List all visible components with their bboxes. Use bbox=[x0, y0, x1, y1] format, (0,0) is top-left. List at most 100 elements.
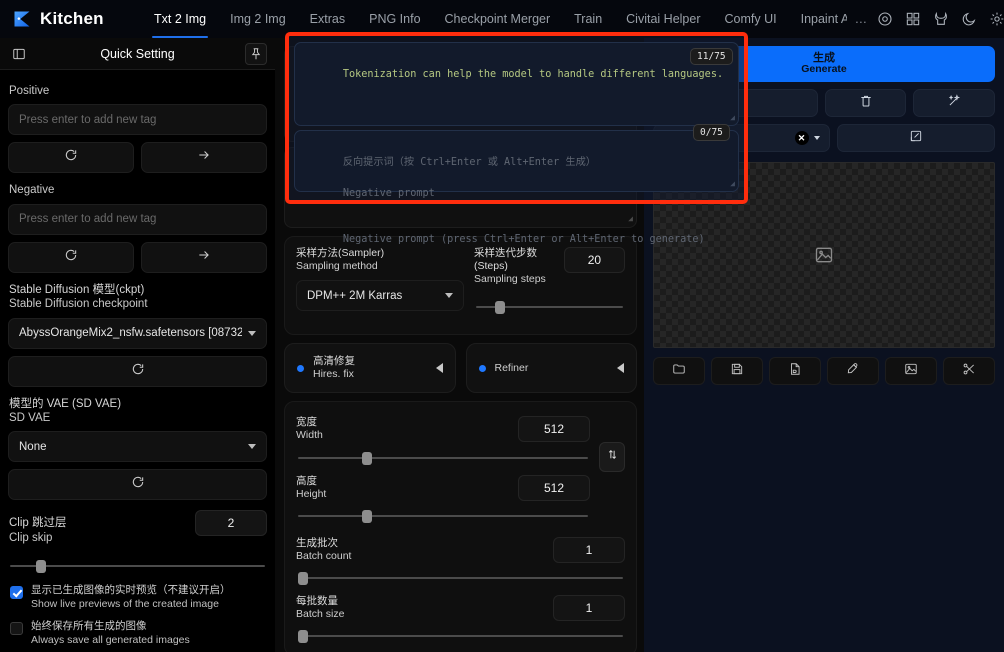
refiner-toggle[interactable]: Refiner bbox=[465, 343, 637, 394]
save-button[interactable] bbox=[711, 357, 763, 385]
vae-select[interactable]: None bbox=[8, 431, 267, 463]
sampler-select[interactable]: DPM++ 2M Karras bbox=[296, 280, 464, 312]
slider-thumb[interactable] bbox=[298, 572, 308, 586]
batch-count-value[interactable]: 1 bbox=[553, 536, 625, 563]
sampler-row: 采样方法(Sampler) Sampling method DPM++ 2M K… bbox=[296, 246, 625, 324]
resize-handle-icon[interactable]: ◢ bbox=[730, 112, 735, 124]
tab-extras[interactable]: Extras bbox=[298, 0, 357, 38]
hires-fix-label-en: Hires. fix bbox=[313, 368, 354, 381]
clip-skip-row: Clip 跳过层 Clip skip 2 bbox=[8, 510, 267, 551]
scissors-icon bbox=[962, 362, 976, 381]
quick-setting-sidebar: Quick Setting Positive Press enter to ad… bbox=[0, 38, 275, 652]
chevron-down-icon bbox=[445, 293, 453, 299]
steps-label-en: Sampling steps bbox=[474, 273, 546, 286]
edit-styles-button[interactable] bbox=[836, 124, 995, 152]
negative-apply-button[interactable] bbox=[141, 241, 267, 273]
live-preview-label-cn: 显示已生成图像的实时预览（不建议开启） bbox=[31, 584, 231, 596]
chevron-down-icon[interactable] bbox=[813, 136, 820, 140]
slider-track bbox=[298, 456, 588, 459]
batch-size-slider[interactable] bbox=[298, 627, 623, 645]
pin-icon[interactable] bbox=[245, 42, 267, 65]
clip-skip-slider[interactable] bbox=[10, 557, 265, 575]
gear-icon[interactable] bbox=[988, 11, 1004, 28]
resize-handle-icon[interactable]: ◢ bbox=[628, 213, 633, 225]
vae-refresh-button[interactable] bbox=[8, 469, 267, 501]
zip-button[interactable] bbox=[769, 357, 821, 385]
send-to-extras-button[interactable] bbox=[943, 357, 995, 385]
swap-dimensions-button[interactable] bbox=[599, 442, 625, 473]
tab-comfy-ui[interactable]: Comfy UI bbox=[713, 0, 789, 38]
refiner-label-en: Refiner bbox=[494, 361, 529, 374]
hires-fix-toggle[interactable]: 高清修复 Hires. fix bbox=[284, 343, 456, 394]
batch-size-label-cn: 每批数量 bbox=[296, 595, 338, 608]
clip-skip-label: Clip 跳过层 Clip skip bbox=[9, 516, 67, 545]
negative-refresh-button[interactable] bbox=[8, 241, 134, 273]
batch-count-slider[interactable] bbox=[298, 569, 623, 587]
positive-tag-input[interactable]: Press enter to add new tag bbox=[8, 104, 267, 136]
tab-inpaint-anything[interactable]: Inpaint Any bbox=[789, 0, 847, 38]
resize-handle-icon[interactable]: ◢ bbox=[730, 178, 735, 190]
grid-apps-icon[interactable] bbox=[904, 11, 921, 28]
send-to-inpaint-button[interactable] bbox=[885, 357, 937, 385]
panel-left-icon[interactable] bbox=[8, 43, 30, 65]
send-to-img2img-button[interactable] bbox=[827, 357, 879, 385]
checkpoint-label-cn: Stable Diffusion 模型(ckpt) bbox=[9, 283, 145, 296]
tab-overflow-menu[interactable]: … bbox=[847, 0, 877, 38]
arrow-right-icon bbox=[197, 248, 211, 267]
width-slider[interactable] bbox=[298, 449, 588, 467]
brand: Kitchen bbox=[12, 9, 142, 29]
tab-label: Img 2 Img bbox=[230, 12, 286, 26]
width-value[interactable]: 512 bbox=[518, 416, 590, 443]
slider-thumb[interactable] bbox=[298, 630, 308, 644]
negative-prompt-label-en: Negative prompt bbox=[342, 187, 435, 199]
height-slider[interactable] bbox=[298, 507, 588, 525]
clip-skip-value[interactable]: 2 bbox=[195, 510, 267, 537]
width-height-row: 宽度 Width 512 高度 Height 512 bbox=[296, 412, 625, 533]
tab-img2img[interactable]: Img 2 Img bbox=[218, 0, 298, 38]
tab-png-info[interactable]: PNG Info bbox=[357, 0, 432, 38]
open-folder-button[interactable] bbox=[653, 357, 705, 385]
batch-size-label: 每批数量 Batch size bbox=[296, 595, 344, 621]
checkpoint-refresh-button[interactable] bbox=[8, 355, 267, 387]
moon-icon[interactable] bbox=[960, 11, 977, 28]
target-icon[interactable] bbox=[876, 11, 893, 28]
height-value[interactable]: 512 bbox=[518, 474, 590, 501]
batch-size-value[interactable]: 1 bbox=[553, 595, 625, 622]
tab-civitai-helper[interactable]: Civitai Helper bbox=[614, 0, 712, 38]
live-preview-checkbox[interactable] bbox=[10, 586, 23, 599]
width-label-cn: 宽度 bbox=[296, 416, 317, 429]
vae-label-en: SD VAE bbox=[9, 411, 51, 424]
always-save-checkbox-row[interactable]: 始终保存所有生成的图像 Always save all generated im… bbox=[10, 620, 267, 647]
negative-prompt-field[interactable]: 反向提示词（按 Ctrl+Enter 或 Alt+Enter 生成） Negat… bbox=[294, 130, 739, 245]
positive-prompt-field[interactable]: Tokenization can help the model to handl… bbox=[294, 42, 739, 126]
steps-value[interactable]: 20 bbox=[563, 246, 625, 273]
steps-slider[interactable] bbox=[476, 298, 623, 316]
batch-count-row: 生成批次 Batch count 1 bbox=[296, 536, 625, 563]
checkpoint-select[interactable]: AbyssOrangeMix2_nsfw.safetensors [087329 bbox=[8, 317, 267, 349]
triangle-left-icon[interactable] bbox=[435, 363, 443, 374]
tab-txt2img[interactable]: Txt 2 Img bbox=[142, 0, 218, 38]
clear-prompt-button[interactable] bbox=[824, 89, 907, 117]
slider-thumb[interactable] bbox=[495, 301, 506, 315]
positive-refresh-button[interactable] bbox=[8, 142, 134, 174]
negative-tag-input[interactable]: Press enter to add new tag bbox=[8, 203, 267, 235]
status-dot-icon bbox=[478, 364, 486, 372]
slider-thumb[interactable] bbox=[361, 451, 372, 465]
positive-apply-button[interactable] bbox=[141, 142, 267, 174]
checkpoint-value: AbyssOrangeMix2_nsfw.safetensors [087329 bbox=[19, 327, 242, 339]
refresh-icon bbox=[64, 148, 78, 167]
always-save-checkbox[interactable] bbox=[10, 622, 23, 636]
app-root: Kitchen Txt 2 Img Img 2 Img Extras PNG I… bbox=[0, 0, 1004, 652]
negative-buttons bbox=[8, 241, 267, 273]
slider-thumb[interactable] bbox=[361, 509, 372, 523]
tab-train[interactable]: Train bbox=[562, 0, 614, 38]
apply-style-button[interactable] bbox=[913, 89, 995, 117]
x-circle-icon[interactable]: ✕ bbox=[794, 131, 809, 145]
tab-checkpoint-merger[interactable]: Checkpoint Merger bbox=[433, 0, 563, 38]
slider-thumb[interactable] bbox=[35, 560, 46, 573]
live-preview-checkbox-row[interactable]: 显示已生成图像的实时预览（不建议开启） Show live previews o… bbox=[10, 584, 267, 611]
github-icon[interactable] bbox=[932, 11, 949, 28]
gallery-action-row bbox=[653, 357, 995, 385]
tab-label: … bbox=[854, 12, 869, 26]
triangle-left-icon[interactable] bbox=[617, 363, 624, 374]
